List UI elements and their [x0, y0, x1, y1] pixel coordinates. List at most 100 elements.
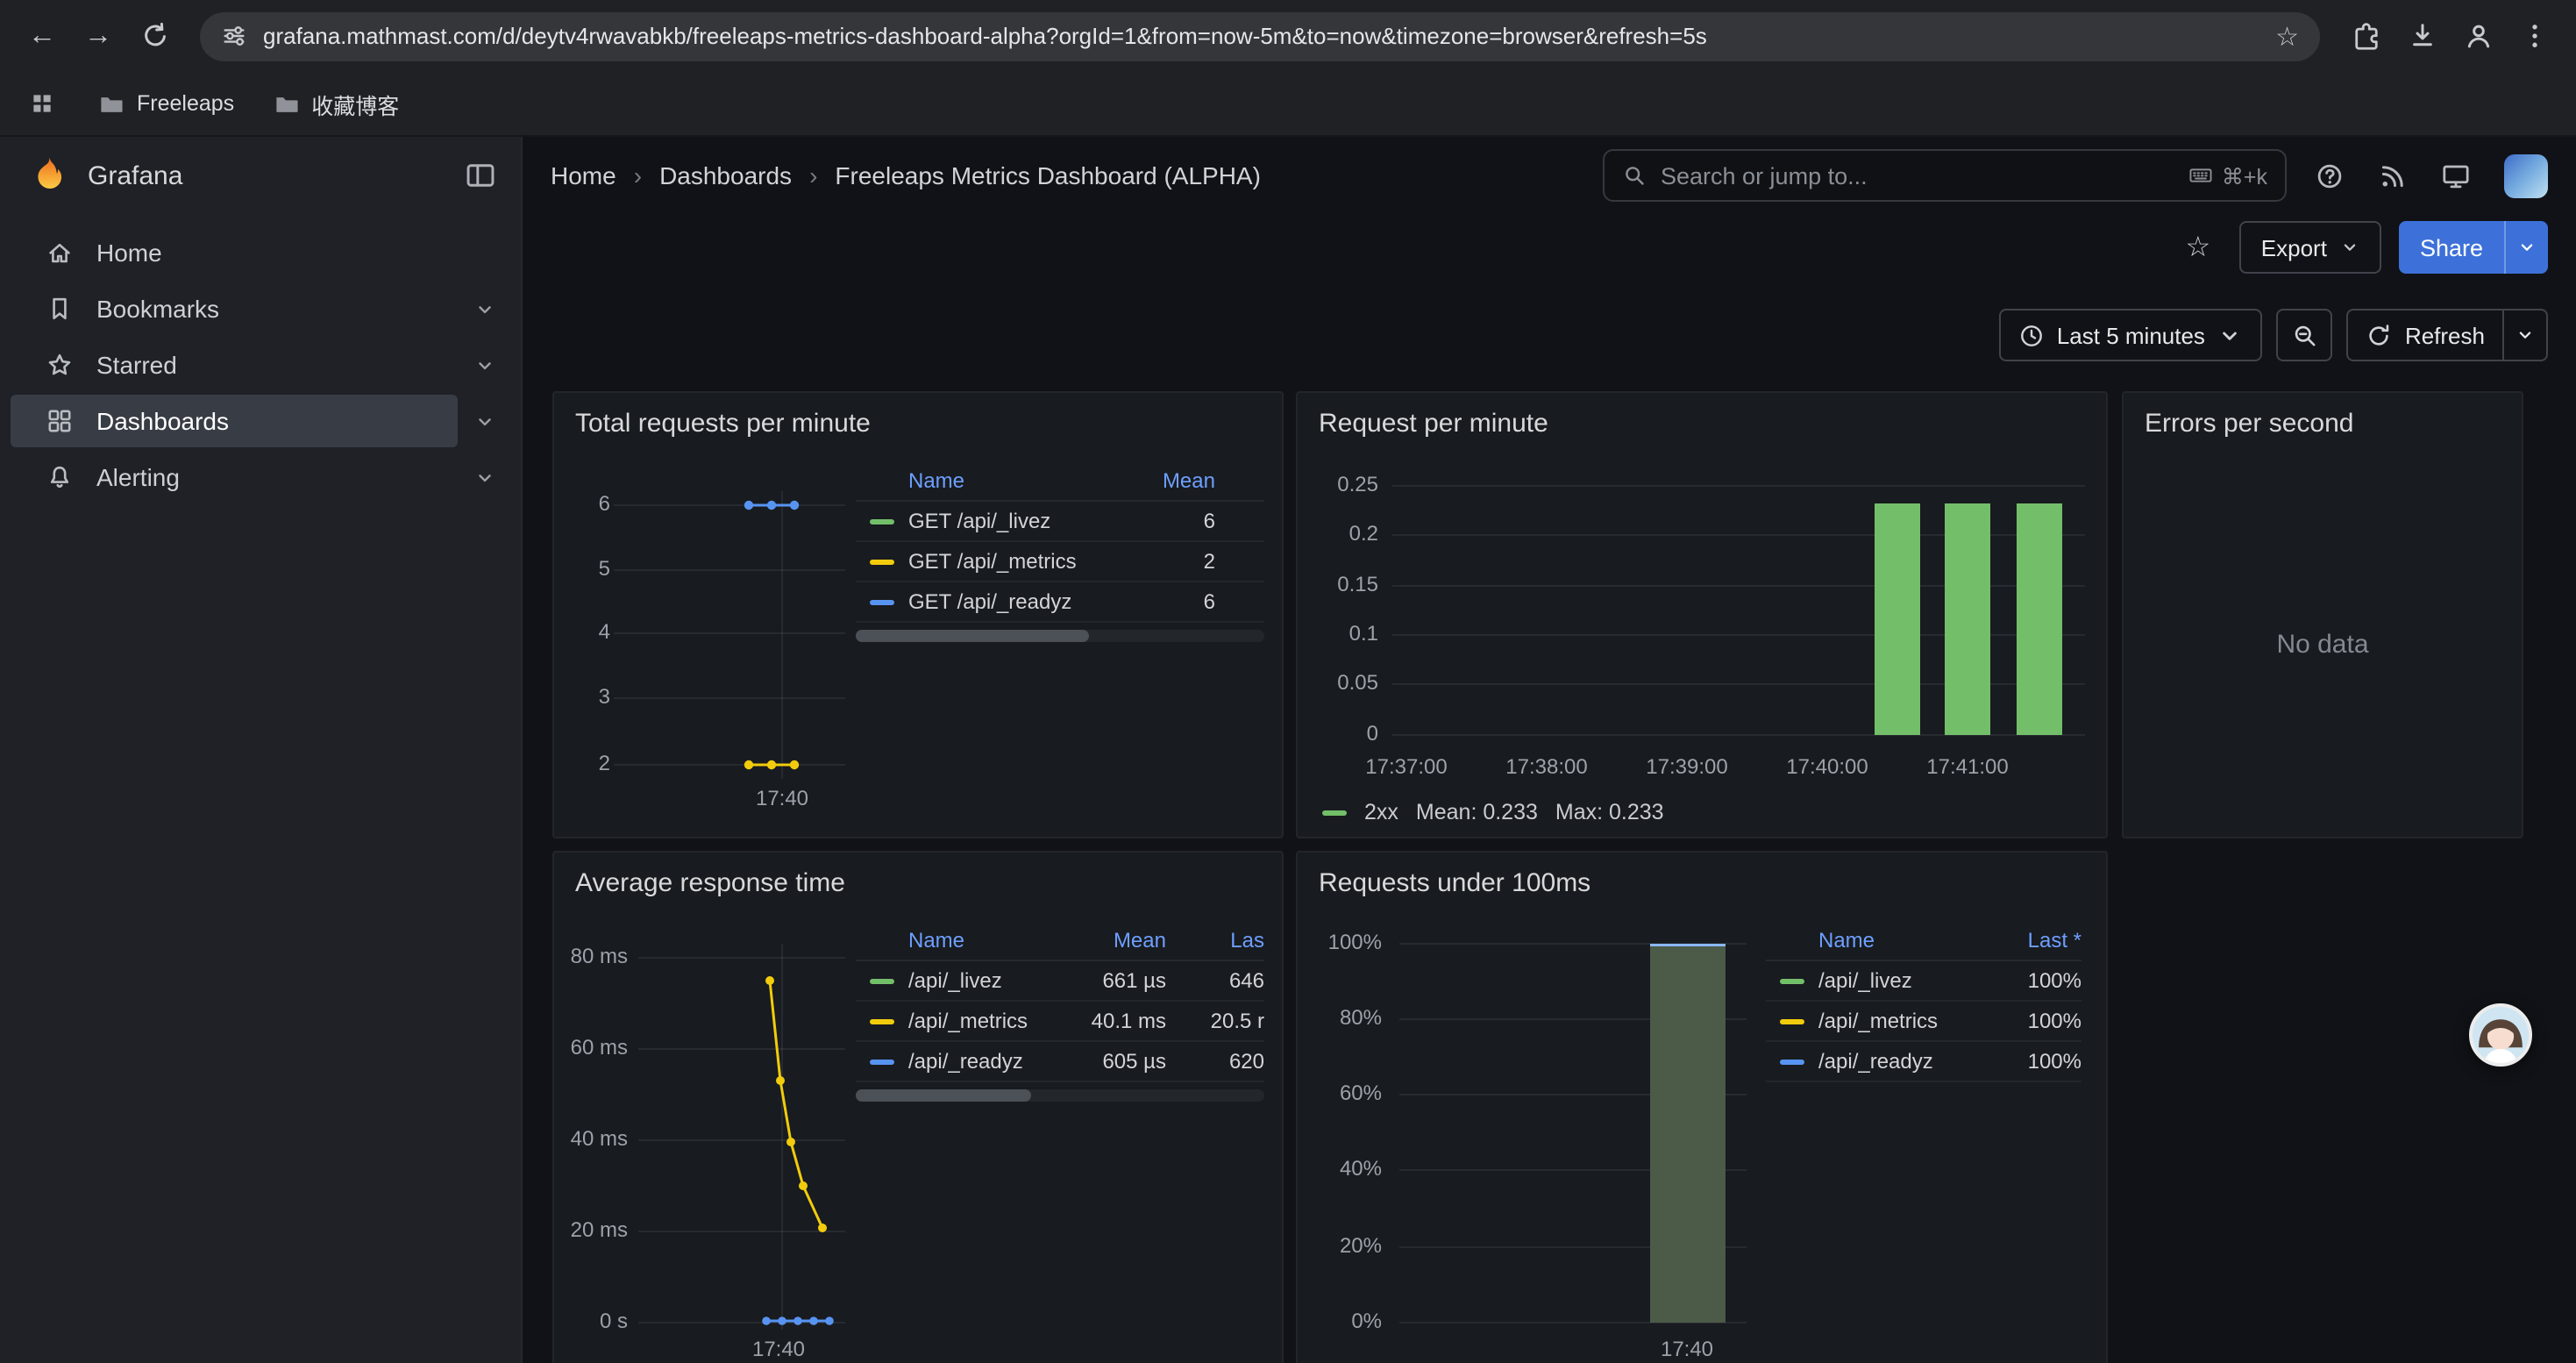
breadcrumb-separator: › [809, 161, 817, 189]
share-button[interactable]: Share [2399, 221, 2548, 274]
series-label[interactable]: /api/_metrics [908, 1009, 1043, 1033]
panel-title[interactable]: Average response time [554, 853, 1282, 898]
y-axis-tick: 0% [1305, 1309, 1382, 1333]
chevron-down-icon[interactable] [473, 466, 496, 489]
bookmark-label: Freeleaps [137, 91, 234, 116]
chevron-down-icon [2339, 237, 2360, 258]
series-label[interactable]: 2xx [1364, 800, 1398, 824]
bookmark-label: 收藏博客 [311, 87, 399, 120]
refresh-label: Refresh [2405, 322, 2485, 348]
series-dash [870, 978, 894, 983]
legend-header-name[interactable]: Name [908, 467, 1096, 492]
bookmarks-bar: Freeleaps 收藏博客 [0, 72, 2576, 137]
url-bar[interactable]: grafana.mathmast.com/d/deytv4rwavabkb/fr… [200, 11, 2320, 61]
y-axis-tick: 0.2 [1301, 521, 1378, 546]
refresh-icon [2366, 322, 2393, 348]
bookmark-icon [46, 295, 74, 323]
panel-title[interactable]: Request per minute [1298, 393, 2106, 439]
series-dash [870, 599, 894, 604]
y-axis-tick: 20 ms [558, 1217, 628, 1242]
grid-icon [46, 407, 74, 435]
extensions-icon[interactable] [2341, 11, 2390, 61]
share-dropdown-chevron-icon[interactable] [2504, 221, 2548, 274]
panel-total-requests: Total requests per minute 6 5 [552, 391, 1284, 838]
legend-scrollbar[interactable] [856, 1089, 1264, 1102]
series-label[interactable]: /api/_readyz [908, 1049, 1043, 1074]
downloads-icon[interactable] [2397, 11, 2446, 61]
breadcrumb-home[interactable]: Home [551, 161, 616, 189]
time-range-picker[interactable]: Last 5 minutes [1999, 309, 2263, 361]
legend-header-mean[interactable]: Mean [1043, 927, 1166, 952]
browser-profile-icon[interactable] [2453, 11, 2502, 61]
legend-table: Name Mean Las /api/_livez 661 µs 646 [856, 919, 1264, 1102]
series-mean-value: 661 µs [1043, 968, 1166, 993]
bookmark-item[interactable]: 收藏博客 [273, 87, 399, 120]
sidebar: Grafana Home Bookmarks Starred [0, 137, 523, 1363]
panel-title[interactable]: Total requests per minute [554, 393, 1282, 439]
chevron-down-icon[interactable] [473, 353, 496, 376]
y-axis-tick: 40% [1305, 1156, 1382, 1181]
zoom-out-button[interactable] [2277, 309, 2333, 361]
back-icon[interactable]: ← [18, 11, 67, 61]
panel-title[interactable]: Requests under 100ms [1298, 853, 2106, 898]
legend-header-last[interactable]: Last * [1969, 927, 2081, 952]
news-rss-icon[interactable] [2378, 161, 2408, 190]
browser-menu-icon[interactable] [2509, 11, 2558, 61]
legend-header-name[interactable]: Name [1818, 927, 1969, 952]
x-axis-tick: 17:38:00 [1491, 754, 1603, 779]
refresh-button[interactable]: Refresh [2347, 309, 2548, 361]
legend-header-mean[interactable]: Mean [1096, 467, 1264, 492]
series-label[interactable]: /api/_metrics [1818, 1009, 1969, 1033]
assistant-avatar-widget[interactable] [2469, 1003, 2532, 1067]
site-settings-icon[interactable] [221, 23, 247, 49]
dashboard-actions: ☆ Export Share [2174, 221, 2548, 274]
series-label[interactable]: GET /api/_livez [908, 509, 1096, 533]
hotkey-label: ⌘+k [2222, 162, 2267, 189]
series-mean-value: 6 [1096, 509, 1264, 533]
x-axis-tick: 17:40:00 [1771, 754, 1883, 779]
reload-icon[interactable] [130, 11, 179, 61]
legend-header-name[interactable]: Name [908, 927, 1043, 952]
series-label[interactable]: /api/_livez [1818, 968, 1969, 993]
bookmark-star-icon[interactable]: ☆ [2275, 20, 2299, 52]
series-last-value: 620 [1166, 1049, 1264, 1074]
bookmark-item[interactable]: Freeleaps [98, 90, 234, 117]
apps-grid-icon[interactable] [25, 86, 60, 121]
forward-icon[interactable]: → [74, 11, 123, 61]
chevron-down-icon[interactable] [473, 297, 496, 320]
series-last-value: 100% [1969, 968, 2081, 993]
user-avatar[interactable] [2504, 153, 2548, 197]
grafana-logo-icon[interactable] [28, 154, 70, 196]
share-label[interactable]: Share [2399, 221, 2504, 274]
export-button[interactable]: Export [2240, 221, 2381, 274]
help-icon[interactable] [2315, 161, 2345, 190]
url-text[interactable]: grafana.mathmast.com/d/deytv4rwavabkb/fr… [263, 23, 2259, 49]
dock-menu-icon[interactable] [465, 160, 496, 191]
star-icon [46, 351, 74, 379]
search-input[interactable]: Search or jump to... ⌘+k [1603, 149, 2287, 202]
legend-header-last[interactable]: Las [1166, 927, 1264, 952]
series-last-value: 646 [1166, 968, 1264, 993]
favorite-star-icon[interactable]: ☆ [2174, 223, 2223, 272]
sidebar-item-home[interactable]: Home [0, 225, 521, 281]
series-label[interactable]: /api/_readyz [1818, 1049, 1969, 1074]
legend-row: GET /api/_livez 6 [856, 502, 1264, 542]
monitor-icon[interactable] [2441, 161, 2471, 190]
sidebar-item-label: Home [96, 239, 496, 267]
sidebar-item-alerting[interactable]: Alerting [0, 449, 521, 505]
panel-title[interactable]: Errors per second [2124, 393, 2522, 439]
refresh-interval-chevron-icon[interactable] [2502, 310, 2546, 360]
chevron-down-icon[interactable] [473, 410, 496, 432]
x-axis-tick: 17:40 [735, 786, 829, 810]
export-label: Export [2261, 234, 2327, 260]
sidebar-item-bookmarks[interactable]: Bookmarks [0, 281, 521, 337]
sidebar-item-dashboards[interactable]: Dashboards [0, 393, 521, 449]
series-label[interactable]: GET /api/_readyz [908, 589, 1096, 614]
breadcrumb-dashboards[interactable]: Dashboards [659, 161, 792, 189]
series-label[interactable]: /api/_livez [908, 968, 1043, 993]
series-label[interactable]: GET /api/_metrics [908, 549, 1096, 574]
sidebar-item-starred[interactable]: Starred [0, 337, 521, 393]
sidebar-item-label: Dashboards [96, 407, 451, 435]
legend-scrollbar[interactable] [856, 630, 1264, 642]
legend-row: GET /api/_readyz 6 [856, 582, 1264, 623]
